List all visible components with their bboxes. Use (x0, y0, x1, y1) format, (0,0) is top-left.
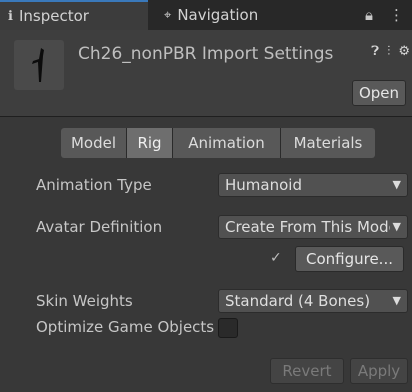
tab-model[interactable]: Model (61, 128, 127, 158)
animation-type-dropdown[interactable]: Humanoid ▼ (218, 173, 408, 197)
revert-button[interactable]: Revert (270, 358, 344, 384)
skin-weights-label: Skin Weights (36, 292, 133, 310)
tab-bar: ℹ Inspector ⌖ Navigation 🔒︎ ⋮ (0, 0, 412, 30)
avatar-definition-label: Avatar Definition (36, 218, 163, 236)
avatar-definition-value: Create From This Model (225, 218, 402, 236)
help-icon[interactable]: ❓︎ (371, 44, 379, 59)
tab-rig[interactable]: Rig (127, 128, 173, 158)
configure-button[interactable]: Configure... (295, 246, 404, 272)
apply-button[interactable]: Apply (350, 358, 408, 384)
kebab-menu-icon[interactable]: ⋮ (389, 6, 404, 24)
tab-animation[interactable]: Animation (173, 128, 281, 158)
animation-type-label: Animation Type (36, 176, 152, 194)
optimize-label: Optimize Game Objects (36, 318, 214, 336)
skin-weights-dropdown[interactable]: Standard (4 Bones) ▼ (218, 289, 408, 313)
chevron-down-icon: ▼ (392, 178, 401, 191)
tab-materials[interactable]: Materials (281, 128, 375, 158)
open-button[interactable]: Open (352, 80, 406, 106)
avatar-definition-dropdown[interactable]: Create From This Model ▼ (218, 215, 408, 239)
optimize-row: Optimize Game Objects (0, 314, 412, 340)
avatar-definition-row: Avatar Definition Create From This Model… (0, 214, 412, 240)
checkmark-icon: ✓ (270, 250, 282, 266)
tab-navigation[interactable]: ⌖ Navigation (156, 0, 316, 30)
asset-title: Ch26_nonPBR Import Settings (78, 44, 334, 64)
info-icon: ℹ (8, 8, 13, 24)
inspector-header: Ch26_nonPBR Import Settings ❓︎ ⫶ ⚙ Open (0, 30, 412, 117)
animation-type-row: Animation Type Humanoid ▼ (0, 172, 412, 198)
preset-icon[interactable]: ⫶ (387, 44, 390, 59)
skin-weights-row: Skin Weights Standard (4 Bones) ▼ (0, 288, 412, 314)
tab-navigation-label: Navigation (177, 6, 259, 24)
optimize-checkbox[interactable] (218, 318, 238, 338)
lock-icon[interactable]: 🔒︎ (365, 6, 373, 24)
model-thumbnail (14, 40, 64, 90)
tab-inspector-label: Inspector (18, 7, 89, 25)
animation-type-value: Humanoid (225, 176, 302, 194)
tab-inspector[interactable]: ℹ Inspector (0, 0, 148, 30)
gear-icon[interactable]: ⚙ (398, 44, 410, 59)
chevron-down-icon: ▼ (389, 216, 401, 238)
navigation-icon: ⌖ (164, 7, 172, 23)
chevron-down-icon: ▼ (389, 290, 401, 312)
skin-weights-value: Standard (4 Bones) (225, 292, 371, 310)
import-tabs: Model Rig Animation Materials (61, 128, 375, 158)
